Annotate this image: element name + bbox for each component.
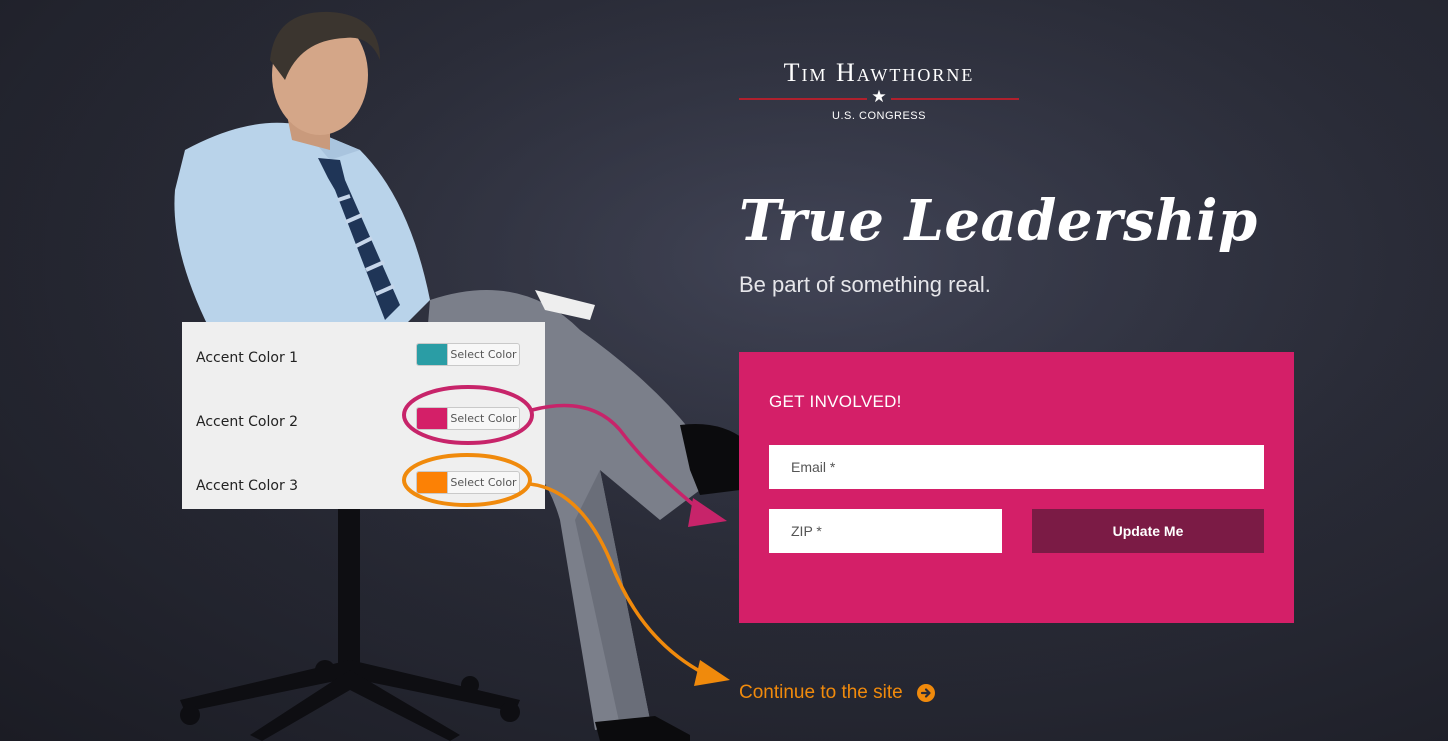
continue-link[interactable]: Continue to the site bbox=[739, 682, 935, 704]
logo-divider: ★ bbox=[739, 87, 1019, 106]
update-me-button[interactable]: Update Me bbox=[1032, 509, 1264, 553]
accent-color-row: Accent Color 1 Select Color bbox=[182, 338, 545, 378]
logo-last-name: Hawthorne bbox=[836, 58, 975, 87]
accent-color-label: Accent Color 2 bbox=[196, 414, 299, 430]
color-swatch bbox=[417, 472, 448, 493]
campaign-logo: Tim Hawthorne ★ U.S. Congress bbox=[739, 58, 1019, 122]
color-swatch bbox=[417, 408, 448, 429]
select-color-button[interactable]: Select Color bbox=[416, 343, 520, 366]
select-color-button[interactable]: Select Color bbox=[416, 471, 520, 494]
accent-color-row: Accent Color 2 Select Color bbox=[182, 402, 545, 442]
hero-subhead: Be part of something real. bbox=[739, 272, 991, 297]
zip-field[interactable] bbox=[769, 509, 1002, 553]
office-chair bbox=[180, 505, 520, 741]
arrow-circle-right-icon bbox=[916, 684, 935, 702]
accent-color-row: Accent Color 3 Select Color bbox=[182, 466, 545, 506]
logo-first-name: Tim bbox=[783, 58, 828, 87]
hero-headline: True Leadership bbox=[739, 188, 1258, 254]
select-color-label: Select Color bbox=[450, 476, 517, 489]
color-swatch bbox=[417, 344, 448, 365]
email-field[interactable] bbox=[769, 445, 1264, 489]
logo-wordmark: Tim Hawthorne bbox=[739, 58, 1019, 88]
select-color-button[interactable]: Select Color bbox=[416, 407, 520, 430]
select-color-label: Select Color bbox=[450, 348, 517, 361]
accent-color-settings-panel: Accent Color 1 Select Color Accent Color… bbox=[182, 322, 545, 509]
select-color-label: Select Color bbox=[450, 412, 517, 425]
form-title: GET INVOLVED! bbox=[769, 392, 902, 411]
accent-color-label: Accent Color 1 bbox=[196, 350, 299, 366]
continue-link-label: Continue to the site bbox=[739, 682, 903, 703]
logo-rule-right bbox=[891, 98, 1019, 100]
star-icon: ★ bbox=[871, 87, 887, 106]
logo-subtitle: U.S. Congress bbox=[832, 110, 926, 122]
form-card: GET INVOLVED! Update Me bbox=[739, 352, 1294, 623]
accent-color-label: Accent Color 3 bbox=[196, 478, 299, 494]
